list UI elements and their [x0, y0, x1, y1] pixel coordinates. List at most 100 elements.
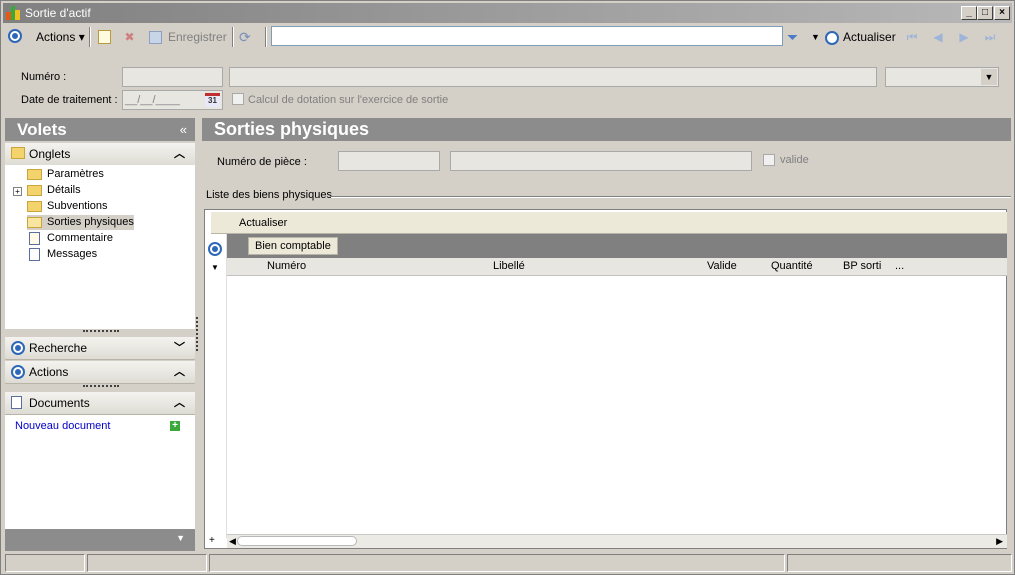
filter-dropdown-icon[interactable]: ▼ [811, 28, 820, 46]
column-quantite[interactable]: Quantité [771, 260, 813, 272]
numero-label: Numéro : [21, 71, 67, 83]
grid-header: Numéro Libellé Valide Quantité BP sorti … [227, 258, 1007, 276]
piece-input[interactable] [338, 151, 440, 171]
calendar-icon[interactable]: 31 [205, 93, 220, 107]
group-chip[interactable]: Bien comptable [248, 237, 338, 255]
tree-item-messages[interactable]: Messages [27, 247, 97, 262]
tree-item-label: Sorties physiques [47, 216, 134, 228]
actions-label: Actions [36, 30, 76, 44]
status-cell [5, 554, 85, 572]
column-valide[interactable]: Valide [707, 260, 737, 272]
onglets-title: Onglets [29, 147, 71, 161]
title-bar[interactable]: Sortie d'actif _ □ × [3, 3, 1012, 23]
scroll-left-icon[interactable]: ◀ [229, 536, 236, 547]
tree-item-commentaire[interactable]: Commentaire [27, 231, 113, 246]
date-input[interactable]: __/__/____ 31 [122, 90, 223, 110]
status-bar [5, 554, 1012, 572]
column-bp-sorti[interactable]: BP sorti [843, 260, 881, 272]
filter-icon[interactable]: ⏷ [787, 28, 798, 46]
tabs-tree: Paramètres + Détails Subventions Sorties… [5, 165, 195, 329]
document-icon [29, 248, 40, 261]
documents-header[interactable]: Documents ︿ [5, 392, 195, 415]
page-title: Sorties physiques [202, 118, 1011, 141]
grid-refresh-button[interactable]: Actualiser [239, 217, 287, 229]
folder-icon [27, 201, 42, 212]
dotation-checkbox[interactable] [232, 93, 244, 105]
radio-icon [11, 341, 25, 355]
actions-title: Actions [29, 365, 69, 379]
minimize-icon[interactable]: _ [961, 6, 977, 20]
grid-toolbar: Actualiser [211, 212, 1007, 234]
valide-label: valide [780, 154, 809, 166]
numero-select[interactable]: ▼ [885, 67, 999, 87]
add-icon[interactable]: + [170, 421, 180, 431]
tree-item-details[interactable]: Détails [27, 183, 81, 198]
chevron-down-icon[interactable]: ﹀ [174, 337, 185, 359]
chevron-down-icon[interactable]: ▼ [176, 533, 185, 543]
radio-icon [11, 365, 25, 379]
tree-item-label: Messages [47, 248, 98, 260]
column-libelle[interactable]: Libellé [493, 260, 525, 272]
tree-item-label: Détails [47, 184, 81, 196]
note-icon [29, 232, 40, 245]
chevron-up-icon[interactable]: ︿ [174, 143, 185, 165]
status-cell [787, 554, 1012, 572]
add-row-icon[interactable]: + [209, 535, 215, 546]
refresh-label: Actualiser [843, 30, 896, 44]
numero-input[interactable] [122, 67, 223, 87]
group-by-bar: Bien comptable [227, 234, 1007, 258]
radio-icon[interactable] [8, 29, 22, 43]
new-document-link[interactable]: Nouveau document [15, 420, 110, 432]
horizontal-scrollbar[interactable]: + ◀ ▶ [209, 534, 1007, 548]
window-title: Sortie d'actif [25, 6, 91, 20]
column-chooser-icon[interactable]: ▼ [211, 263, 219, 272]
toolbar-separator [265, 27, 267, 47]
left-panel-footer[interactable]: ▼ [5, 529, 195, 551]
toolbar-separator [232, 27, 234, 47]
delete-icon[interactable]: ✖ [123, 30, 136, 44]
refresh-button[interactable]: Actualiser [825, 28, 896, 46]
recherche-header[interactable]: Recherche ﹀ [5, 337, 195, 360]
vertical-splitter[interactable] [196, 317, 199, 351]
actions-menu-button[interactable]: Actions ▾ [36, 28, 85, 46]
physical-assets-grid: Actualiser ▼ Bien comptable Numéro Libel… [204, 209, 1007, 549]
close-icon[interactable]: × [994, 6, 1010, 20]
search-input[interactable] [271, 26, 783, 46]
last-record-icon[interactable]: ⏭ [983, 30, 997, 44]
splitter-handle[interactable] [83, 385, 119, 388]
volets-title: Volets [17, 120, 67, 139]
new-icon[interactable] [98, 30, 111, 44]
sync-icon[interactable]: ⟳ [239, 28, 251, 46]
folder-icon [27, 169, 42, 180]
splitter-handle[interactable] [83, 330, 119, 333]
scroll-right-icon[interactable]: ▶ [996, 536, 1003, 547]
grid-row-selector: ▼ [205, 234, 227, 538]
numero-description-input[interactable] [229, 67, 877, 87]
scroll-thumb[interactable] [237, 536, 357, 546]
date-placeholder: __/__/____ [125, 94, 181, 106]
piece-description-input[interactable] [450, 151, 752, 171]
tree-item-subventions[interactable]: Subventions [27, 199, 108, 214]
onglets-header[interactable]: Onglets ︿ [5, 143, 195, 166]
tree-item-sorties-physiques[interactable]: Sorties physiques [27, 215, 134, 230]
chevron-up-icon[interactable]: ︿ [174, 392, 185, 414]
valide-checkbox[interactable] [763, 154, 775, 166]
date-label: Date de traitement : [21, 94, 118, 106]
expand-icon[interactable]: + [13, 187, 22, 196]
column-numero[interactable]: Numéro [267, 260, 306, 272]
radio-icon[interactable] [208, 242, 222, 256]
status-cell [209, 554, 785, 572]
save-button[interactable]: Enregistrer [149, 28, 227, 46]
next-record-icon[interactable]: ▶ [957, 30, 971, 44]
tree-item-parametres[interactable]: Paramètres [27, 167, 104, 182]
maximize-icon[interactable]: □ [977, 6, 993, 20]
previous-record-icon[interactable]: ◀ [931, 30, 945, 44]
actions-header[interactable]: Actions ︿ [5, 361, 195, 384]
chevron-up-icon[interactable]: ︿ [174, 361, 185, 383]
tree-item-label: Subventions [47, 200, 108, 212]
collapse-icon[interactable]: « [180, 118, 187, 141]
first-record-icon[interactable]: ⏮ [905, 30, 919, 44]
column-more[interactable]: ... [895, 260, 904, 272]
folder-icon [11, 147, 25, 159]
list-title: Liste des biens physiques [206, 189, 332, 201]
